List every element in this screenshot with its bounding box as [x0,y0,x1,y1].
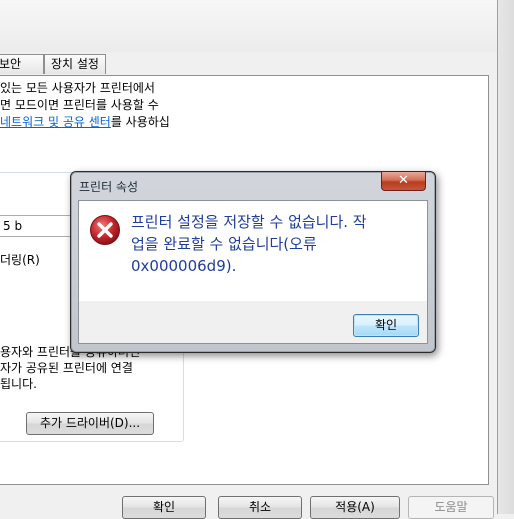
error-message-line: 업을 완료할 수 없습니다(오류 [131,235,317,253]
ok-button[interactable]: 확인 [122,496,206,519]
help-button[interactable]: 도움말 [408,496,494,519]
sharing-description-line: 면 모드이면 프린터를 사용할 수 [0,98,159,112]
window-right-frame [497,0,514,514]
drivers-description-line: 됩니다. [0,377,37,391]
apply-button[interactable]: 적용(A) [310,496,400,519]
error-icon [90,215,120,245]
dialog-ok-button[interactable]: 확인 [353,314,419,337]
close-icon: ✕ [398,173,409,188]
sharing-description: 있는 모든 사용자가 프린터에서 면 모드이면 프린터를 사용할 수 네트워크 … [0,80,230,131]
sharing-description-line: 네트워크 및 공유 센터를 사용하십 [0,114,230,131]
error-message-line: 프린터 설정을 저장할 수 없습니다. 작 [131,213,367,231]
error-message: 프린터 설정을 저장할 수 없습니다. 작 업을 완료할 수 없습니다(오류 0… [131,211,421,277]
error-dialog: 프린터 속성 ✕ 프린터 설정을 저장할 수 없습니다. 작 업을 완료할 수 … [70,171,436,353]
render-print-jobs-label[interactable]: 더링(R) [0,251,40,268]
drivers-description-line: 자가 공유된 프린터에 연결 [0,361,133,375]
window-title-area [0,0,514,52]
dialog-title: 프린터 속성 [79,180,139,194]
cancel-button[interactable]: 취소 [218,496,302,519]
dialog-message-area: 프린터 설정을 저장할 수 없습니다. 작 업을 완료할 수 없습니다(오류 0… [79,201,427,301]
network-sharing-center-link[interactable]: 네트워크 및 공유 센터 [0,115,111,129]
dialog-client-area: 프린터 설정을 저장할 수 없습니다. 작 업을 완료할 수 없습니다(오류 0… [78,200,428,344]
tab-security[interactable]: 보안 [0,54,44,74]
additional-drivers-button[interactable]: 추가 드라이버(D)... [26,412,154,435]
tab-device-settings[interactable]: 장치 설정 [44,54,106,74]
close-button[interactable]: ✕ [381,172,426,191]
sharing-description-line: 있는 모든 사용자가 프린터에서 [0,81,155,95]
error-message-line: 0x000006d9). [131,257,237,275]
sharing-link-suffix: 를 사용하십 [110,115,170,129]
